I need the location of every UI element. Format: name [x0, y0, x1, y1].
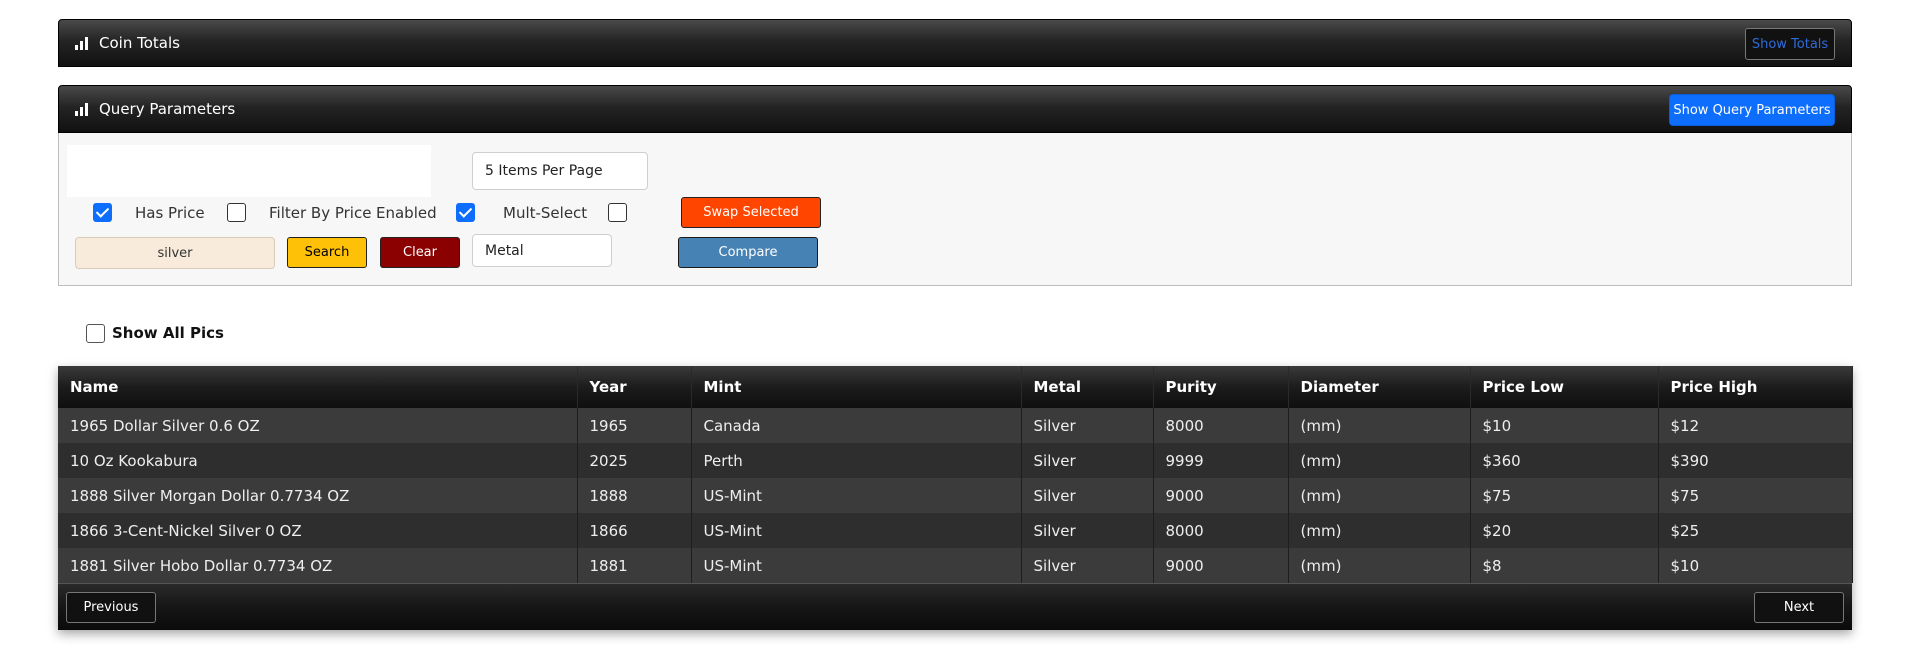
coin-totals-header: Coin Totals Show Totals	[58, 19, 1852, 67]
column-header-year[interactable]: Year	[577, 366, 692, 408]
cell-name: 10 Oz Kookabura	[58, 443, 578, 478]
pager: Previous Next	[58, 583, 1852, 630]
filter-by-price-label: Filter By Price	[269, 204, 372, 222]
cell-price-low: $20	[1470, 513, 1659, 548]
cell-diameter: (mm)	[1288, 443, 1471, 478]
cell-diameter: (mm)	[1288, 478, 1471, 513]
has-price-label: Has Price	[135, 204, 205, 222]
cell-price-high: $10	[1658, 548, 1853, 583]
show-totals-button[interactable]: Show Totals	[1745, 28, 1835, 60]
column-header-price-high[interactable]: Price High	[1658, 366, 1853, 408]
coin-grid: Name Year Mint Metal Purity Diameter Pri…	[58, 366, 1853, 630]
enabled-checkbox[interactable]	[456, 203, 475, 222]
cell-year: 1866	[577, 513, 692, 548]
cell-price-low: $8	[1470, 548, 1659, 583]
next-button[interactable]: Next	[1754, 592, 1844, 623]
cell-mint: Canada	[691, 408, 1022, 443]
cell-price-high: $25	[1658, 513, 1853, 548]
cell-price-high: $75	[1658, 478, 1853, 513]
enabled-label: Enabled	[376, 204, 437, 222]
clear-button[interactable]: Clear	[380, 237, 460, 268]
cell-price-low: $360	[1470, 443, 1659, 478]
table-row[interactable]: 1965 Dollar Silver 0.6 OZ 1965 Canada Si…	[58, 408, 1853, 443]
bar-chart-icon	[75, 102, 89, 116]
previous-button[interactable]: Previous	[66, 592, 156, 623]
column-header-diameter[interactable]: Diameter	[1288, 366, 1471, 408]
swap-selected-button[interactable]: Swap Selected	[681, 197, 821, 228]
cell-purity: 9000	[1153, 478, 1289, 513]
query-parameters-title: Query Parameters	[99, 100, 236, 118]
cell-mint: US-Mint	[691, 513, 1022, 548]
query-parameters-header: Query Parameters Show Query Parameters	[58, 85, 1852, 133]
search-input[interactable]: silver	[75, 237, 275, 269]
table-row[interactable]: 1888 Silver Morgan Dollar 0.7734 OZ 1888…	[58, 478, 1853, 513]
column-header-metal[interactable]: Metal	[1021, 366, 1154, 408]
multi-select-checkbox[interactable]	[608, 203, 627, 222]
cell-mint: US-Mint	[691, 478, 1022, 513]
column-header-mint[interactable]: Mint	[691, 366, 1022, 408]
show-query-parameters-button[interactable]: Show Query Parameters	[1669, 94, 1835, 126]
cell-diameter: (mm)	[1288, 408, 1471, 443]
has-price-checkbox[interactable]	[93, 203, 112, 222]
table-header-row: Name Year Mint Metal Purity Diameter Pri…	[58, 366, 1853, 408]
cell-year: 2025	[577, 443, 692, 478]
cell-name: 1881 Silver Hobo Dollar 0.7734 OZ	[58, 548, 578, 583]
table-row[interactable]: 10 Oz Kookabura 2025 Perth Silver 9999 (…	[58, 443, 1853, 478]
coin-table: Name Year Mint Metal Purity Diameter Pri…	[58, 366, 1853, 583]
cell-price-high: $12	[1658, 408, 1853, 443]
coin-totals-title: Coin Totals	[99, 34, 180, 52]
cell-metal: Silver	[1021, 548, 1154, 583]
cell-purity: 9000	[1153, 548, 1289, 583]
cell-diameter: (mm)	[1288, 513, 1471, 548]
column-header-name[interactable]: Name	[58, 366, 578, 408]
query-parameters-panel: 5 Items Per Page Has Price Filter By Pri…	[58, 133, 1852, 286]
cell-mint: US-Mint	[691, 548, 1022, 583]
cell-name: 1866 3-Cent-Nickel Silver 0 OZ	[58, 513, 578, 548]
search-button[interactable]: Search	[287, 237, 367, 268]
bar-chart-icon	[75, 36, 89, 50]
cell-diameter: (mm)	[1288, 548, 1471, 583]
cell-price-high: $390	[1658, 443, 1853, 478]
show-all-pics-label: Show All Pics	[112, 324, 224, 342]
filter-by-price-checkbox[interactable]	[227, 203, 246, 222]
cell-metal: Silver	[1021, 478, 1154, 513]
cell-price-low: $10	[1470, 408, 1659, 443]
table-row[interactable]: 1881 Silver Hobo Dollar 0.7734 OZ 1881 U…	[58, 548, 1853, 583]
metal-input[interactable]: Metal	[472, 234, 612, 267]
column-header-price-low[interactable]: Price Low	[1470, 366, 1659, 408]
cell-metal: Silver	[1021, 513, 1154, 548]
table-row[interactable]: 1866 3-Cent-Nickel Silver 0 OZ 1866 US-M…	[58, 513, 1853, 548]
cell-metal: Silver	[1021, 408, 1154, 443]
multi-select-label: Mult-Select	[503, 204, 588, 222]
blank-area	[67, 145, 431, 197]
cell-mint: Perth	[691, 443, 1022, 478]
cell-metal: Silver	[1021, 443, 1154, 478]
cell-year: 1881	[577, 548, 692, 583]
compare-button[interactable]: Compare	[678, 237, 818, 268]
cell-price-low: $75	[1470, 478, 1659, 513]
items-per-page-select[interactable]: 5 Items Per Page	[472, 152, 648, 190]
cell-year: 1965	[577, 408, 692, 443]
column-header-purity[interactable]: Purity	[1153, 366, 1289, 408]
cell-purity: 8000	[1153, 513, 1289, 548]
cell-name: 1888 Silver Morgan Dollar 0.7734 OZ	[58, 478, 578, 513]
show-all-pics-checkbox[interactable]	[86, 324, 105, 343]
cell-name: 1965 Dollar Silver 0.6 OZ	[58, 408, 578, 443]
cell-purity: 9999	[1153, 443, 1289, 478]
cell-purity: 8000	[1153, 408, 1289, 443]
cell-year: 1888	[577, 478, 692, 513]
